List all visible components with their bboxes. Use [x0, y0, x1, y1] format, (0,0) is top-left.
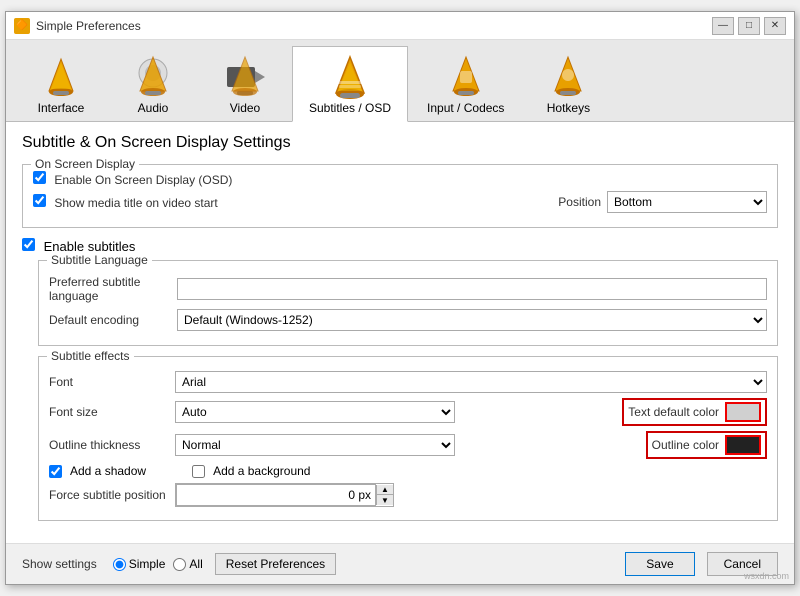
title-bar: 🔶 Simple Preferences — □ ✕ — [6, 12, 794, 40]
text-default-color-label: Text default color — [628, 405, 719, 419]
page-title: Subtitle & On Screen Display Settings — [22, 134, 778, 152]
tab-interface-label: Interface — [38, 101, 85, 115]
font-select[interactable]: Arial Times New Roman Courier New — [175, 371, 767, 393]
font-label: Font — [49, 375, 169, 389]
maximize-button[interactable]: □ — [738, 17, 760, 35]
tab-audio[interactable]: Audio — [108, 46, 198, 121]
spinbox-arrows: ▲ ▼ — [376, 485, 393, 505]
tab-video[interactable]: Video — [200, 46, 290, 121]
show-title-row: Show media title on video start Position… — [33, 191, 767, 213]
language-group-label: Subtitle Language — [47, 253, 152, 267]
fontsize-label: Font size — [49, 405, 169, 419]
tab-subtitles-label: Subtitles / OSD — [309, 101, 391, 115]
reset-preferences-button[interactable]: Reset Preferences — [215, 553, 336, 575]
radio-group: Simple All — [113, 557, 203, 571]
radio-simple: Simple — [113, 557, 166, 571]
outline-color-group: Outline color — [646, 431, 767, 459]
encoding-row: Default encoding Default (Windows-1252) … — [49, 309, 767, 331]
tab-input-label: Input / Codecs — [427, 101, 504, 115]
minimize-button[interactable]: — — [712, 17, 734, 35]
effects-group-label: Subtitle effects — [47, 349, 134, 363]
hotkeys-icon — [544, 53, 592, 101]
tab-input[interactable]: Input / Codecs — [410, 46, 521, 121]
force-position-input[interactable] — [176, 484, 376, 506]
force-position-spinbox: ▲ ▼ — [175, 483, 394, 507]
text-default-color-btn[interactable] — [725, 402, 761, 422]
fontsize-select[interactable]: Auto Small Normal Large — [175, 401, 455, 423]
add-background-checkbox[interactable] — [192, 465, 205, 478]
preferred-language-input[interactable] — [177, 278, 767, 300]
show-settings-label: Show settings — [22, 557, 97, 571]
enable-subtitles-checkbox[interactable] — [22, 238, 35, 251]
position-select[interactable]: Bottom Top Left Right — [607, 191, 767, 213]
position-group: Position Bottom Top Left Right — [558, 191, 767, 213]
outline-color-label: Outline color — [652, 438, 719, 452]
radio-all-input[interactable] — [173, 558, 186, 571]
window-title: Simple Preferences — [36, 19, 141, 33]
close-button[interactable]: ✕ — [764, 17, 786, 35]
page-content: Subtitle & On Screen Display Settings On… — [6, 122, 794, 543]
enable-osd-row: Enable On Screen Display (OSD) — [33, 171, 767, 187]
font-row: Font Arial Times New Roman Courier New — [49, 371, 767, 393]
interface-icon — [37, 53, 85, 101]
force-position-label: Force subtitle position — [49, 488, 169, 502]
subtitle-subsection: Subtitle Language Preferred subtitle lan… — [22, 260, 778, 521]
tab-hotkeys[interactable]: Hotkeys — [523, 46, 613, 121]
osd-group-label: On Screen Display — [31, 157, 139, 171]
tab-hotkeys-label: Hotkeys — [547, 101, 590, 115]
audio-icon — [129, 53, 177, 101]
tab-audio-label: Audio — [138, 101, 169, 115]
spinbox-down-btn[interactable]: ▼ — [377, 495, 393, 505]
enable-osd-label: Enable On Screen Display (OSD) — [33, 171, 232, 187]
preferred-language-label: Preferred subtitle language — [49, 275, 169, 303]
subtitles-icon — [326, 53, 374, 101]
window-icon: 🔶 — [14, 18, 30, 34]
tab-subtitles[interactable]: Subtitles / OSD — [292, 46, 408, 122]
watermark: wsxdn.com — [744, 571, 789, 581]
shadow-background-row: Add a shadow Add a background — [49, 464, 767, 478]
tab-interface[interactable]: Interface — [16, 46, 106, 121]
enable-subtitles-label: Enable subtitles — [22, 238, 135, 254]
title-bar-left: 🔶 Simple Preferences — [14, 18, 141, 34]
input-icon — [442, 53, 490, 101]
save-button[interactable]: Save — [625, 552, 694, 576]
force-position-row: Force subtitle position ▲ ▼ — [49, 483, 767, 507]
position-label: Position — [558, 195, 601, 209]
add-shadow-label: Add a shadow — [49, 464, 146, 478]
show-title-label: Show media title on video start — [33, 194, 218, 210]
osd-group: On Screen Display Enable On Screen Displ… — [22, 164, 778, 228]
effects-group: Subtitle effects Font Arial Times New Ro… — [38, 356, 778, 521]
language-group: Subtitle Language Preferred subtitle lan… — [38, 260, 778, 346]
show-title-checkbox[interactable] — [33, 194, 46, 207]
encoding-select[interactable]: Default (Windows-1252) UTF-8 UTF-16 — [177, 309, 767, 331]
enable-osd-checkbox[interactable] — [33, 171, 46, 184]
tab-video-label: Video — [230, 101, 260, 115]
encoding-label: Default encoding — [49, 313, 169, 327]
title-controls: — □ ✕ — [712, 17, 786, 35]
outline-row: Outline thickness Normal Thin Thick None… — [49, 431, 767, 459]
radio-all: All — [173, 557, 202, 571]
outline-label: Outline thickness — [49, 438, 169, 452]
spinbox-up-btn[interactable]: ▲ — [377, 485, 393, 495]
add-shadow-checkbox[interactable] — [49, 465, 62, 478]
main-window: 🔶 Simple Preferences — □ ✕ Interface — [5, 11, 795, 585]
fontsize-row: Font size Auto Small Normal Large Text d… — [49, 398, 767, 426]
text-default-color-group: Text default color — [622, 398, 767, 426]
enable-subtitles-row: Enable subtitles — [22, 238, 778, 254]
preferred-language-row: Preferred subtitle language — [49, 275, 767, 303]
add-background-label: Add a background — [192, 464, 310, 478]
outline-color-btn[interactable] — [725, 435, 761, 455]
bottom-bar: Show settings Simple All Reset Preferenc… — [6, 543, 794, 584]
video-icon — [221, 53, 269, 101]
outline-select[interactable]: Normal Thin Thick None — [175, 434, 455, 456]
radio-simple-input[interactable] — [113, 558, 126, 571]
nav-tabs: Interface Audio Video — [6, 40, 794, 122]
